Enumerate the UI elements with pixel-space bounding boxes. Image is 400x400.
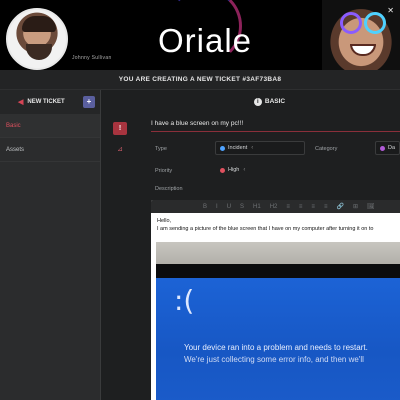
list-ul-icon[interactable]: ≡ bbox=[286, 204, 290, 210]
bsod-sad-face: :( bbox=[174, 284, 195, 317]
link-icon[interactable]: 🔗 bbox=[336, 203, 343, 210]
user-avatar[interactable] bbox=[6, 8, 68, 70]
italic-button[interactable]: I bbox=[216, 204, 218, 210]
strike-button[interactable]: S bbox=[240, 204, 244, 210]
h1-button[interactable]: H1 bbox=[253, 204, 261, 210]
image-icon[interactable]: 🖼 bbox=[367, 203, 375, 210]
sidebar-item-label: Basic bbox=[6, 122, 21, 129]
align-left-icon[interactable]: ≡ bbox=[311, 204, 315, 210]
priority-high-icon bbox=[220, 167, 225, 173]
category-select[interactable]: Da bbox=[375, 141, 400, 155]
subject-input[interactable]: I have a blue screen on my pc!!! bbox=[151, 120, 400, 132]
underline-button[interactable]: U bbox=[227, 204, 231, 210]
description-text[interactable]: Hello, I am sending a picture of the blu… bbox=[151, 213, 400, 233]
add-ticket-button[interactable]: + bbox=[83, 96, 95, 108]
chevron-down-icon: ‹ bbox=[243, 167, 246, 173]
category-label: Category bbox=[315, 146, 338, 152]
window-controls: ✕ bbox=[387, 6, 394, 15]
bold-button[interactable]: B bbox=[203, 204, 207, 210]
h2-button[interactable]: H2 bbox=[270, 204, 278, 210]
incident-icon bbox=[220, 145, 225, 151]
username-label: Johnny Sullivan bbox=[72, 55, 112, 61]
alert-icon[interactable]: ! bbox=[113, 122, 127, 135]
info-icon: i bbox=[253, 98, 262, 106]
align-center-icon[interactable]: ≡ bbox=[324, 204, 328, 210]
close-icon[interactable]: ✕ bbox=[387, 6, 394, 15]
sidebar: ◀ NEW TICKET + Basic Assets bbox=[0, 90, 101, 400]
type-label: Type bbox=[155, 146, 167, 152]
sidebar-item-basic[interactable]: Basic bbox=[0, 114, 100, 138]
section-title: i BASIC bbox=[139, 98, 400, 106]
icon-rail: ! ⊿ bbox=[101, 90, 139, 400]
description-editor[interactable]: B I U S H1 H2 ≡ ≡ ≡ ≡ 🔗 ⊞ 🖼 Hello, I am … bbox=[151, 200, 400, 400]
bsod-message: Your device ran into a problem and needs… bbox=[184, 343, 368, 352]
chevron-left-icon[interactable]: ◀ bbox=[18, 98, 23, 106]
sidebar-item-assets[interactable]: Assets bbox=[0, 138, 100, 162]
app-header: Johnny Sullivan Oriale ✕ bbox=[0, 0, 400, 70]
sidebar-header: ◀ NEW TICKET + bbox=[0, 90, 100, 114]
hierarchy-icon[interactable]: ⊿ bbox=[113, 142, 127, 155]
sidebar-item-label: Assets bbox=[6, 146, 25, 153]
bsod-message-2: We're just collecting some error info, a… bbox=[184, 355, 364, 364]
category-icon bbox=[380, 145, 385, 151]
list-ol-icon[interactable]: ≡ bbox=[299, 204, 303, 210]
priority-select[interactable]: High ‹ bbox=[215, 163, 255, 177]
editor-toolbar: B I U S H1 H2 ≡ ≡ ≡ ≡ 🔗 ⊞ 🖼 bbox=[151, 200, 400, 213]
ticket-banner: YOU ARE CREATING A NEW TICKET #3AF73BA8 bbox=[0, 70, 400, 90]
app-logo: Oriale bbox=[158, 22, 253, 59]
type-select[interactable]: Incident ‹ bbox=[215, 141, 305, 155]
attached-photo[interactable]: :( Your device ran into a problem and ne… bbox=[156, 242, 400, 400]
priority-label: Priority bbox=[155, 168, 173, 174]
sidebar-title: NEW TICKET bbox=[27, 99, 65, 105]
table-icon[interactable]: ⊞ bbox=[353, 203, 358, 210]
chevron-down-icon: ‹ bbox=[251, 145, 254, 151]
ticket-form: i BASIC I have a blue screen on my pc!!! … bbox=[139, 90, 400, 400]
description-label: Description bbox=[155, 186, 183, 192]
